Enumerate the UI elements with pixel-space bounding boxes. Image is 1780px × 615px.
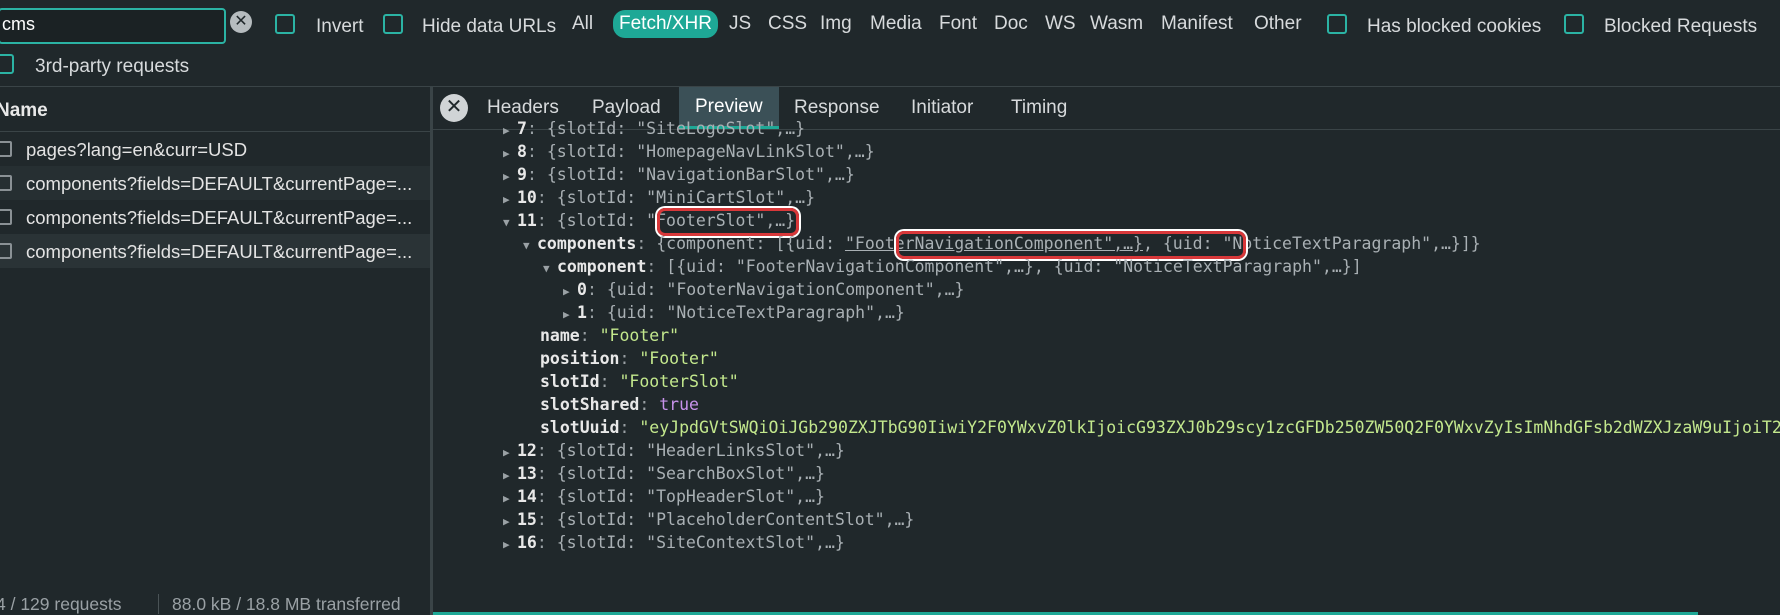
request-name: components?fields=DEFAULT&currentPage=..… xyxy=(26,241,413,262)
collapse-triangle-icon[interactable]: ▼ xyxy=(503,211,517,235)
tree-prop-slotuuid: slotUuid: "eyJpdGVtSWQiOiJGb290ZXJTbG90I… xyxy=(540,418,1780,437)
invert-checkbox[interactable] xyxy=(275,14,295,34)
type-font[interactable]: Font xyxy=(939,13,977,35)
name-column-label: Name xyxy=(0,100,48,121)
blocked-requests-checkbox[interactable] xyxy=(1564,14,1584,34)
status-divider xyxy=(158,594,159,614)
blocked-requests-label[interactable]: Blocked Requests xyxy=(1604,16,1757,38)
request-details-pane: ✕ Headers Payload Preview Response Initi… xyxy=(433,87,1780,615)
expand-triangle-icon[interactable]: ▶ xyxy=(503,533,517,557)
request-row[interactable]: pages?lang=en&curr=USD xyxy=(0,132,430,166)
tab-timing[interactable]: Timing xyxy=(1011,97,1067,119)
type-other[interactable]: Other xyxy=(1254,13,1302,35)
tree-node-12[interactable]: ▶ 12: {slotId: "HeaderLinksSlot",…} xyxy=(503,439,845,463)
tree-node-16[interactable]: ▶ 16: {slotId: "SiteContextSlot",…} xyxy=(503,531,845,555)
request-list: Name pages?lang=en&curr=USD components?f… xyxy=(0,87,430,615)
json-preview-tree: ▶ 7: {slotId: "SiteLogoSlot",…} ▶ 8: {slot… xyxy=(433,119,1780,615)
request-type-icon xyxy=(0,209,12,225)
request-count: 4 / 129 requests xyxy=(0,594,122,614)
close-icon[interactable]: ✕ xyxy=(440,94,468,122)
type-css[interactable]: CSS xyxy=(768,13,807,35)
third-party-label[interactable]: 3rd-party requests xyxy=(35,56,189,78)
tab-headers[interactable]: Headers xyxy=(487,97,559,119)
request-row-selected[interactable]: components?fields=DEFAULT&currentPage=..… xyxy=(0,234,430,268)
type-fetch-xhr[interactable]: Fetch/XHR xyxy=(613,10,718,38)
request-row[interactable]: components?fields=DEFAULT&currentPage=..… xyxy=(0,166,430,200)
request-row[interactable]: components?fields=DEFAULT&currentPage=..… xyxy=(0,200,430,234)
collapse-triangle-icon[interactable]: ▼ xyxy=(523,234,537,258)
transfer-size: 88.0 kB / 18.8 MB transferred xyxy=(172,594,401,614)
request-type-icon xyxy=(0,141,12,157)
tree-prop-name: name: "Footer" xyxy=(540,326,680,345)
type-manifest[interactable]: Manifest xyxy=(1161,13,1233,35)
clear-filter-icon[interactable]: ✕ xyxy=(230,11,252,33)
type-all[interactable]: All xyxy=(572,13,593,35)
has-blocked-cookies-label[interactable]: Has blocked cookies xyxy=(1367,16,1541,38)
tree-prop-slotshared: slotShared: true xyxy=(540,395,699,414)
type-wasm[interactable]: Wasm xyxy=(1090,13,1143,35)
tree-prop-position: position: "Footer" xyxy=(540,349,719,368)
has-blocked-cookies-checkbox[interactable] xyxy=(1327,14,1347,34)
tree-node-14[interactable]: ▶ 14: {slotId: "TopHeaderSlot",…} xyxy=(503,485,825,509)
type-js[interactable]: JS xyxy=(729,13,751,35)
name-column-header[interactable]: Name xyxy=(0,87,430,132)
request-name: components?fields=DEFAULT&currentPage=..… xyxy=(26,207,413,228)
tab-initiator[interactable]: Initiator xyxy=(911,97,973,119)
type-doc[interactable]: Doc xyxy=(994,13,1028,35)
hide-data-urls-checkbox[interactable] xyxy=(383,14,403,34)
type-media[interactable]: Media xyxy=(870,13,922,35)
collapse-triangle-icon[interactable]: ▼ xyxy=(543,257,557,281)
tree-node-component-0[interactable]: ▶ 0: {uid: "FooterNavigationComponent",…} xyxy=(563,278,964,302)
request-name: components?fields=DEFAULT&currentPage=..… xyxy=(26,173,413,194)
type-ws[interactable]: WS xyxy=(1045,13,1076,35)
type-img[interactable]: Img xyxy=(820,13,852,35)
filter-input[interactable]: cms xyxy=(0,8,226,44)
invert-label[interactable]: Invert xyxy=(316,16,364,38)
tree-node-component[interactable]: ▼ component: [{uid: "FooterNavigationComp… xyxy=(543,255,1362,279)
hide-data-urls-label[interactable]: Hide data URLs xyxy=(422,16,556,38)
request-type-icon xyxy=(0,243,12,259)
tree-node-7[interactable]: ▶ 7: {slotId: "SiteLogoSlot",…} xyxy=(503,117,805,141)
third-party-checkbox[interactable] xyxy=(0,54,14,74)
tree-prop-slotid: slotId: "FooterSlot" xyxy=(540,372,739,391)
tree-node-8[interactable]: ▶ 8: {slotId: "HomepageNavLinkSlot",…} xyxy=(503,140,875,164)
network-status-bar: 4 / 129 requests 88.0 kB / 18.8 MB trans… xyxy=(0,594,430,615)
network-filter-bar: cms ✕ Invert Hide data URLs All Fetch/XH… xyxy=(0,0,1780,86)
tab-payload[interactable]: Payload xyxy=(592,97,661,119)
tree-node-component-1[interactable]: ▶ 1: {uid: "NoticeTextParagraph",…} xyxy=(563,301,905,325)
tree-node-13[interactable]: ▶ 13: {slotId: "SearchBoxSlot",…} xyxy=(503,462,825,486)
tree-node-10[interactable]: ▶ 10: {slotId: "MiniCartSlot",…} xyxy=(503,186,815,210)
tab-response[interactable]: Response xyxy=(794,97,880,119)
request-type-icon xyxy=(0,175,12,191)
tree-node-9[interactable]: ▶ 9: {slotId: "NavigationBarSlot",…} xyxy=(503,163,855,187)
request-name: pages?lang=en&curr=USD xyxy=(26,139,248,160)
tree-node-15[interactable]: ▶ 15: {slotId: "PlaceholderContentSlot",…… xyxy=(503,508,914,532)
